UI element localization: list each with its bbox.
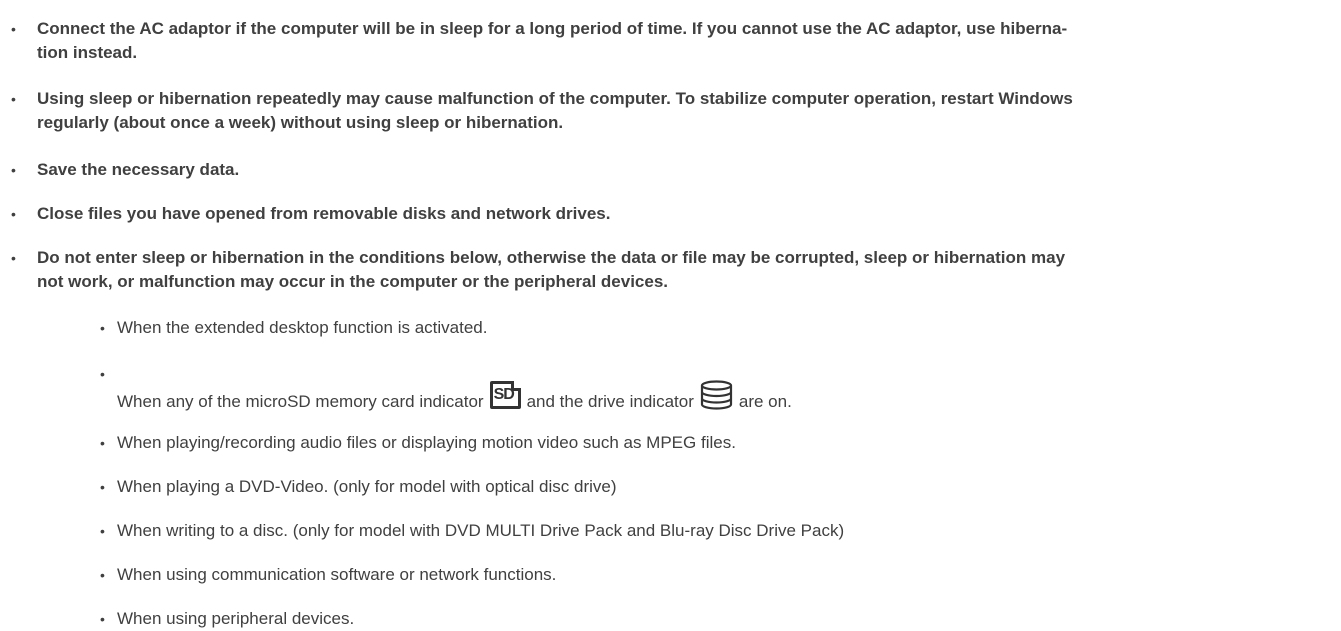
bullet: • (100, 435, 105, 451)
microsd-indicator-icon: SD (489, 381, 521, 409)
bullet: • (11, 162, 16, 178)
sub-list-item: • When writing to a disc. (only for mode… (0, 519, 1333, 543)
list-item-text: Save the necessary data. (37, 160, 240, 179)
bullet: • (100, 320, 105, 336)
sub-list-item-text: When playing/recording audio files or di… (117, 433, 736, 452)
list-item: • Using sleep or hibernation repeatedly … (0, 87, 1333, 135)
list-item: • Do not enter sleep or hibernation in t… (0, 246, 1333, 294)
list-item: • Save the necessary data. (0, 158, 1333, 182)
indicator-middle-text: and the drive indicator (526, 392, 694, 411)
sub-list-item: • When playing/recording audio files or … (0, 431, 1333, 455)
bullet: • (100, 611, 105, 627)
indicator-suffix-text: are on. (738, 392, 792, 411)
sub-list-item-text: When writing to a disc. (only for model … (117, 521, 845, 540)
sub-list-item-text: When any of the microSD memory card indi… (0, 362, 1333, 419)
list-item-text: Connect the AC adaptor if the computer w… (37, 19, 1068, 62)
indicator-prefix-text: When any of the microSD memory card indi… (117, 392, 484, 411)
bullet: • (100, 567, 105, 583)
bullet: • (11, 91, 16, 107)
list-item-text: Do not enter sleep or hibernation in the… (37, 248, 1066, 291)
sub-list-item: • When using communication software or n… (0, 563, 1333, 587)
list-item: • Connect the AC adaptor if the computer… (0, 17, 1333, 65)
bullet: • (100, 366, 105, 382)
sub-list-item: • When using peripheral devices. (0, 607, 1333, 631)
bullet: • (11, 206, 16, 222)
list-item: • Close files you have opened from remov… (0, 202, 1333, 226)
sub-list-item: • When any of the microSD memory card in… (0, 362, 1333, 419)
sub-list-item: • When playing a DVD-Video. (only for mo… (0, 475, 1333, 499)
list-item-text: Using sleep or hibernation repeatedly ma… (37, 89, 1073, 132)
bullet: • (100, 523, 105, 539)
sd-icon-label: SD (493, 386, 515, 403)
bullet: • (11, 250, 16, 266)
sub-list-item-text: When using peripheral devices. (117, 609, 355, 628)
list-item-text: Close files you have opened from removab… (37, 204, 611, 223)
bullet: • (11, 21, 16, 37)
sub-list-item-text: When playing a DVD-Video. (only for mode… (117, 477, 617, 496)
sub-list-item-text: When using communication software or net… (117, 565, 557, 584)
sub-list-item: • When the extended desktop function is … (0, 316, 1333, 340)
sub-list-item-text: When the extended desktop function is ac… (117, 318, 488, 337)
drive-indicator-icon (700, 380, 733, 419)
bullet: • (100, 479, 105, 495)
